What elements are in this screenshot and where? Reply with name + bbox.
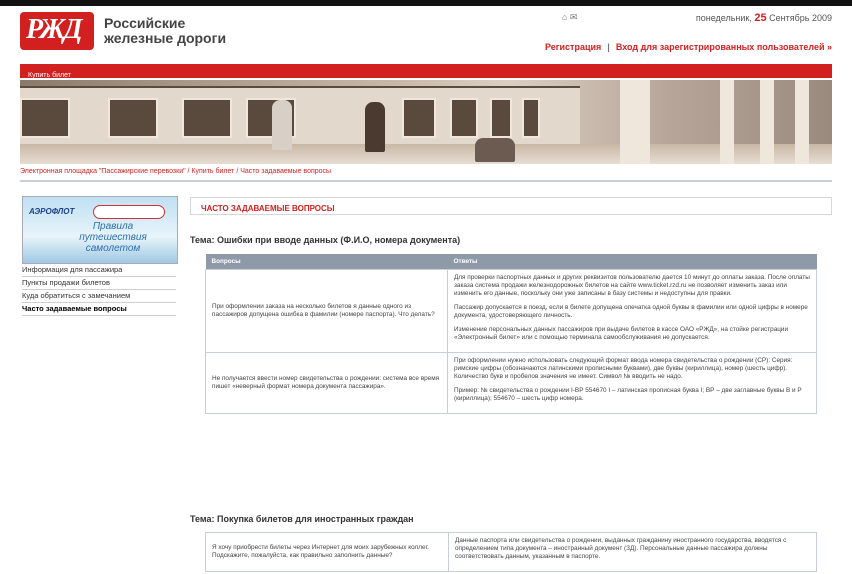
- platform: [20, 144, 832, 164]
- train-window: [402, 98, 436, 138]
- station-column: [795, 80, 809, 164]
- train-window: [490, 98, 512, 138]
- train-window: [182, 98, 232, 138]
- register-link[interactable]: Регистрация: [545, 42, 601, 52]
- passenger-figure: [365, 102, 385, 152]
- faq-table: Я хочу приобрести билеты через Интернет …: [205, 532, 817, 572]
- page-title-box: ЧАСТО ЗАДАВАЕМЫЕ ВОПРОСЫ: [190, 197, 832, 215]
- utility-icons[interactable]: ⌂ ✉: [562, 12, 577, 23]
- topic-title: Тема: Ошибки при вводе данных (Ф.И.О, но…: [190, 235, 461, 245]
- separator: |: [607, 42, 610, 52]
- answer-paragraph: Изменение персональных данных пассажиров…: [454, 326, 789, 341]
- table-row: Я хочу приобрести билеты через Интернет …: [205, 532, 817, 572]
- top-strip: [0, 0, 852, 6]
- table-row: Не получается ввести номер свидетельства…: [205, 352, 817, 414]
- login-link[interactable]: Вход для зарегистрированных пользователе…: [616, 42, 832, 52]
- train-window: [20, 98, 70, 138]
- header-banner-photo: [20, 80, 832, 164]
- table-row: При оформлении заказа на несколько билет…: [205, 269, 817, 353]
- brand-name: Российские железные дороги: [104, 16, 226, 46]
- station-column: [720, 80, 734, 164]
- sidebar-item-passenger-info[interactable]: Информация для пассажира: [22, 264, 176, 277]
- aeroflot-ad-banner[interactable]: АЭРОФЛОТ Правила путешествия самолетом: [22, 196, 178, 264]
- answer-paragraph: Пример: № свидетельства о рождении I-ВР …: [454, 387, 802, 402]
- faq-answer: При оформлении нужно использовать следую…: [447, 352, 817, 414]
- faq-question: При оформлении заказа на несколько билет…: [205, 269, 448, 353]
- rzd-logo-mark: РЖД: [20, 12, 94, 50]
- train-window: [522, 98, 540, 138]
- passenger-figure: [272, 100, 292, 150]
- logo-letters: РЖД: [26, 14, 83, 45]
- faq-answer: Данные паспорта или свидетельства о рожд…: [448, 532, 817, 572]
- breadcrumb[interactable]: Электронная площадка "Пассажирские перев…: [20, 168, 331, 175]
- section-bar-label[interactable]: Купить билет: [28, 72, 71, 79]
- current-date: понедельник, 25 Сентябрь 2009: [696, 12, 832, 24]
- topic-title: Тема: Покупка билетов для иностранных гр…: [190, 514, 414, 524]
- faq-question: Я хочу приобрести билеты через Интернет …: [205, 532, 449, 572]
- station-column: [760, 80, 774, 164]
- brand-line-2: железные дороги: [104, 30, 227, 46]
- sidebar-item-feedback[interactable]: Куда обратиться с замечанием: [22, 290, 176, 303]
- bench: [475, 138, 515, 162]
- faq-question: Не получается ввести номер свидетельства…: [205, 352, 448, 414]
- ad-brand: АЭРОФЛОТ: [29, 207, 75, 216]
- rzd-logo[interactable]: РЖД Российские железные дороги: [20, 12, 226, 50]
- station-column: [620, 80, 650, 164]
- brand-line-1: Российские: [104, 15, 186, 31]
- airplane-icon: [93, 205, 165, 219]
- auth-links: Регистрация | Вход для зарегистрированных …: [545, 42, 832, 52]
- sidebar-nav: Информация для пассажира Пункты продажи …: [22, 264, 176, 316]
- date-month-year: Сентябрь 2009: [769, 13, 832, 23]
- sidebar-item-ticket-offices[interactable]: Пункты продажи билетов: [22, 277, 176, 290]
- sidebar-item-faq[interactable]: Часто задаваемые вопросы: [22, 303, 176, 316]
- column-header-questions: Вопросы: [205, 254, 448, 270]
- divider: [20, 180, 832, 182]
- answer-paragraph: Для проверки паспортных данных и других …: [454, 274, 810, 297]
- answer-paragraph: Данные паспорта или свидетельства о рожд…: [455, 537, 787, 560]
- faq-table: Вопросы Ответы При оформлении заказа на …: [205, 254, 817, 414]
- train-window: [450, 98, 478, 138]
- answer-paragraph: Пассажир допускается в поезд, если в бил…: [454, 304, 808, 319]
- page-title: ЧАСТО ЗАДАВАЕМЫЕ ВОПРОСЫ: [201, 204, 335, 213]
- column-header-answers: Ответы: [447, 254, 817, 270]
- date-weekday: понедельник,: [695, 13, 752, 23]
- date-day: 25: [754, 12, 767, 24]
- train-window: [108, 98, 158, 138]
- ad-slogan: Правила путешествия самолетом: [79, 221, 147, 254]
- section-bar: Купить билет: [20, 64, 832, 79]
- faq-answer: Для проверки паспортных данных и других …: [447, 269, 817, 353]
- answer-paragraph: При оформлении нужно использовать следую…: [454, 357, 793, 380]
